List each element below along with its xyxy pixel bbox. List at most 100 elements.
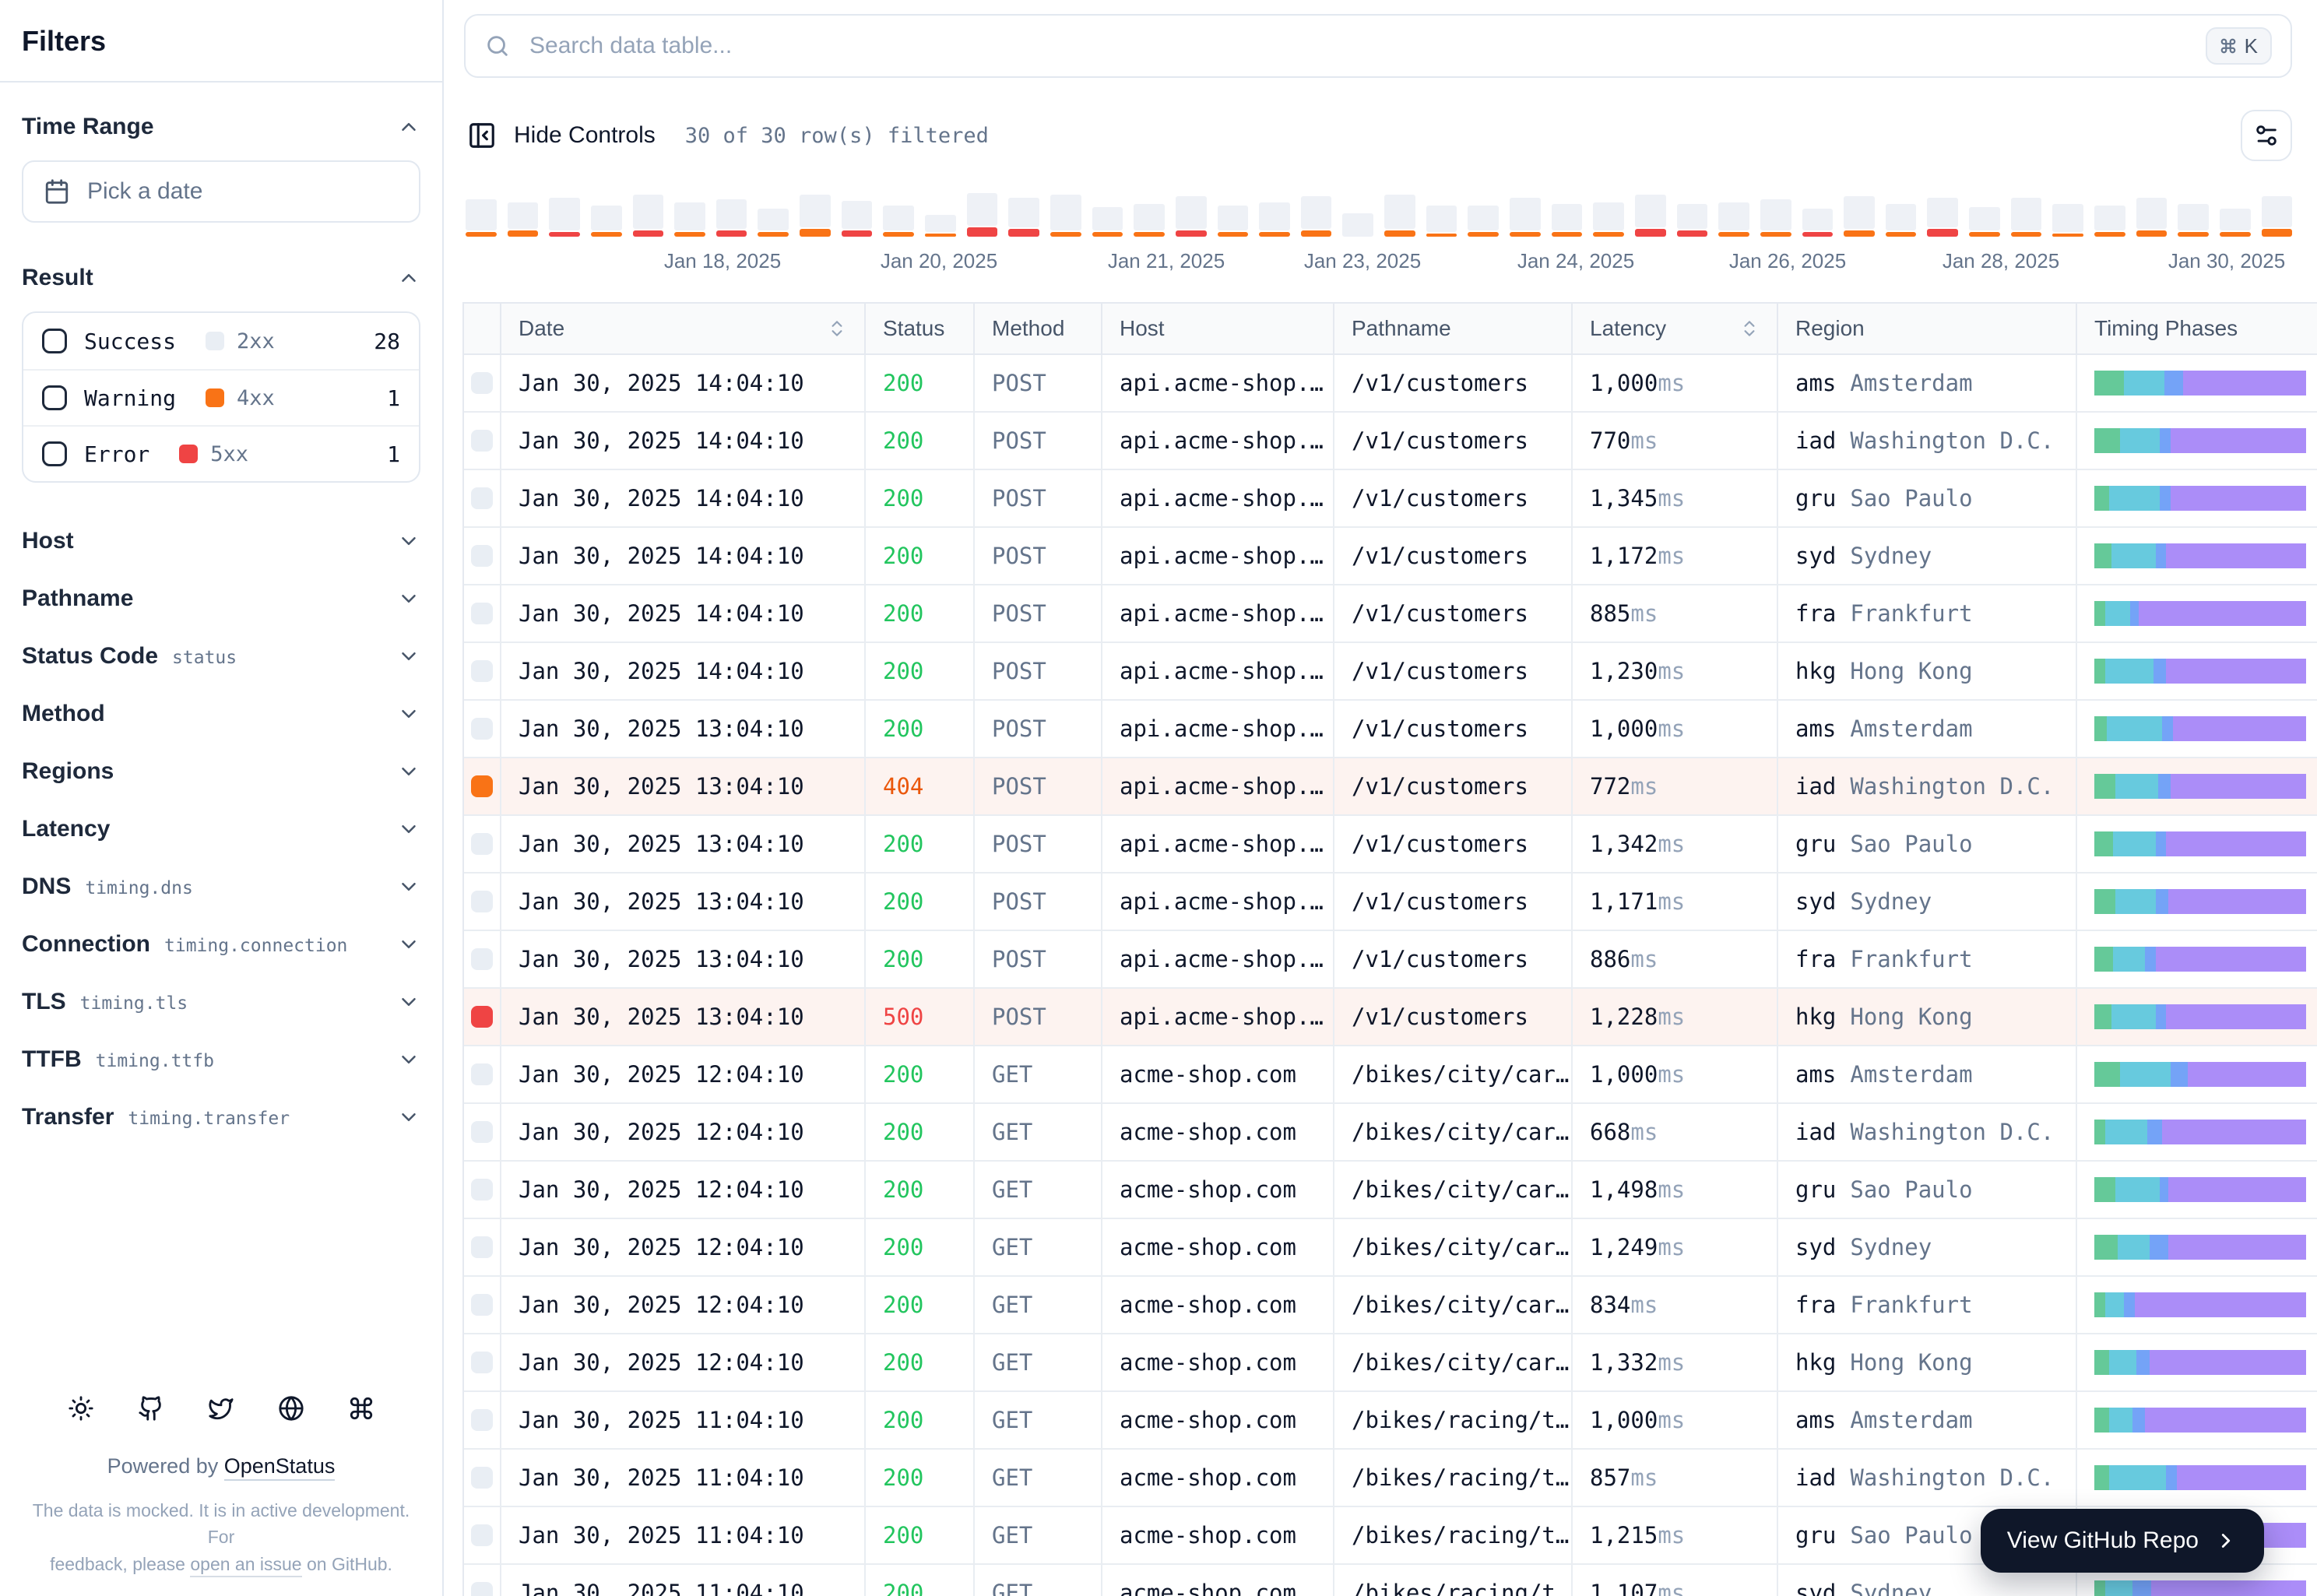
table-row[interactable]: Jan 30, 2025 13:04:10 200 POST api.acme-…	[464, 874, 2317, 931]
table-row[interactable]: Jan 30, 2025 11:04:10 200 GET acme-shop.…	[464, 1450, 2317, 1507]
histogram-bar[interactable]	[2094, 206, 2125, 237]
table-row[interactable]: Jan 30, 2025 12:04:10 200 GET acme-shop.…	[464, 1104, 2317, 1162]
checkbox[interactable]	[42, 441, 67, 466]
histogram-bar[interactable]	[1676, 204, 1708, 237]
twitter-icon[interactable]	[208, 1395, 234, 1422]
histogram-bar[interactable]	[1426, 206, 1457, 237]
table-row[interactable]: Jan 30, 2025 14:04:10 200 POST api.acme-…	[464, 528, 2317, 585]
histogram-bar[interactable]	[674, 202, 705, 237]
openstatus-link[interactable]: OpenStatus	[223, 1454, 336, 1481]
table-row[interactable]: Jan 30, 2025 12:04:10 200 GET acme-shop.…	[464, 1277, 2317, 1334]
view-github-repo-button[interactable]: View GitHub Repo	[1980, 1509, 2264, 1573]
table-row[interactable]: Jan 30, 2025 12:04:10 200 GET acme-shop.…	[464, 1046, 2317, 1104]
histogram-bar[interactable]	[925, 215, 956, 237]
sort-latency-button[interactable]	[1739, 318, 1760, 339]
histogram-bar[interactable]	[2178, 204, 2209, 237]
histogram-bar[interactable]	[1844, 196, 1875, 237]
table-row[interactable]: Jan 30, 2025 11:04:10 200 GET acme-shop.…	[464, 1392, 2317, 1450]
sidebar-filter-section-ttfb[interactable]: TTFB timing.ttfb	[22, 1031, 420, 1088]
header-date[interactable]: Date	[501, 304, 866, 353]
histogram-bar[interactable]	[1760, 199, 1791, 237]
result-option[interactable]: Success 2xx 28	[23, 313, 419, 369]
histogram-bar[interactable]	[507, 202, 539, 237]
header-timing-phases[interactable]: Timing Phases	[2077, 304, 2317, 353]
sidebar-filter-section-pathname[interactable]: Pathname	[22, 570, 420, 628]
sidebar-filter-section-transfer[interactable]: Transfer timing.transfer	[22, 1088, 420, 1146]
table-row[interactable]: Jan 30, 2025 14:04:10 200 POST api.acme-…	[464, 585, 2317, 643]
view-options-button[interactable]	[2241, 110, 2292, 161]
sidebar-filter-section-regions[interactable]: Regions	[22, 743, 420, 800]
table-row[interactable]: Jan 30, 2025 13:04:10 200 POST api.acme-…	[464, 701, 2317, 758]
open-issue-link[interactable]: open an issue	[190, 1553, 302, 1577]
histogram-bar[interactable]	[1551, 204, 1583, 237]
checkbox[interactable]	[42, 385, 67, 410]
command-icon[interactable]	[348, 1395, 374, 1422]
histogram-bar[interactable]	[715, 199, 747, 237]
histogram-bar[interactable]	[966, 193, 998, 237]
header-host[interactable]: Host	[1102, 304, 1334, 353]
histogram-bar[interactable]	[549, 198, 580, 237]
table-row[interactable]: Jan 30, 2025 12:04:10 200 GET acme-shop.…	[464, 1219, 2317, 1277]
sidebar-filter-section-connection[interactable]: Connection timing.connection	[22, 916, 420, 973]
histogram-bar[interactable]	[2052, 204, 2083, 237]
github-icon[interactable]	[138, 1395, 164, 1422]
header-status[interactable]: Status	[866, 304, 975, 353]
table-row[interactable]: Jan 30, 2025 13:04:10 200 POST api.acme-…	[464, 931, 2317, 989]
histogram-bar[interactable]	[800, 195, 831, 237]
histogram-bar[interactable]	[1008, 198, 1039, 237]
table-row[interactable]: Jan 30, 2025 13:04:10 500 POST api.acme-…	[464, 989, 2317, 1046]
histogram-bar[interactable]	[1468, 206, 1500, 237]
table-row[interactable]: Jan 30, 2025 12:04:10 200 GET acme-shop.…	[464, 1162, 2317, 1219]
result-option[interactable]: Warning 4xx 1	[23, 369, 419, 425]
sidebar-filter-section-host[interactable]: Host	[22, 512, 420, 570]
result-option[interactable]: Error 5xx 1	[23, 425, 419, 481]
histogram-bar[interactable]	[1510, 198, 1541, 237]
histogram-bar[interactable]	[1134, 204, 1165, 237]
table-row[interactable]: Jan 30, 2025 14:04:10 200 POST api.acme-…	[464, 413, 2317, 470]
header-pathname[interactable]: Pathname	[1334, 304, 1573, 353]
histogram-bar[interactable]	[841, 201, 873, 237]
histogram-bar[interactable]	[1802, 209, 1834, 237]
histogram-bar[interactable]	[2136, 198, 2168, 237]
header-latency[interactable]: Latency	[1573, 304, 1778, 353]
table-row[interactable]: Jan 30, 2025 13:04:10 200 POST api.acme-…	[464, 816, 2317, 874]
histogram-bar[interactable]	[2261, 196, 2293, 237]
theme-toggle-icon[interactable]	[68, 1395, 94, 1422]
histogram-bar[interactable]	[1175, 196, 1207, 237]
histogram-bar[interactable]	[883, 206, 915, 237]
section-time-range[interactable]: Time Range	[22, 114, 420, 140]
histogram-bar[interactable]	[1885, 204, 1917, 237]
table-row[interactable]: Jan 30, 2025 14:04:10 200 POST api.acme-…	[464, 470, 2317, 528]
histogram-bar[interactable]	[590, 206, 622, 237]
histogram-bar[interactable]	[632, 195, 664, 237]
histogram-bar[interactable]	[1342, 213, 1374, 237]
search-input[interactable]	[526, 31, 2190, 61]
histogram-bar[interactable]	[1969, 207, 2000, 237]
sidebar-filter-section-latency[interactable]: Latency	[22, 800, 420, 858]
checkbox[interactable]	[42, 329, 67, 353]
histogram-bar[interactable]	[1300, 196, 1332, 237]
histogram-bar[interactable]	[1927, 198, 1959, 237]
table-row[interactable]: Jan 30, 2025 14:04:10 200 POST api.acme-…	[464, 355, 2317, 413]
header-region[interactable]: Region	[1778, 304, 2077, 353]
table-row[interactable]: Jan 30, 2025 13:04:10 404 POST api.acme-…	[464, 758, 2317, 816]
histogram-bar[interactable]	[1050, 195, 1081, 237]
histogram-bar[interactable]	[466, 199, 497, 237]
hide-controls-button[interactable]: Hide Controls	[467, 121, 656, 150]
sidebar-filter-section-method[interactable]: Method	[22, 685, 420, 743]
section-result[interactable]: Result	[22, 265, 420, 291]
sort-date-button[interactable]	[827, 318, 847, 339]
sidebar-filter-section-tls[interactable]: TLS timing.tls	[22, 973, 420, 1031]
histogram-bar[interactable]	[1384, 195, 1415, 237]
sidebar-filter-section-dns[interactable]: DNS timing.dns	[22, 858, 420, 916]
header-method[interactable]: Method	[975, 304, 1102, 353]
globe-icon[interactable]	[278, 1395, 304, 1422]
histogram-bar[interactable]	[1718, 202, 1749, 237]
table-row[interactable]: Jan 30, 2025 12:04:10 200 GET acme-shop.…	[464, 1334, 2317, 1392]
histogram-bar[interactable]	[1217, 206, 1249, 237]
histogram-bar[interactable]	[1259, 202, 1290, 237]
search-box[interactable]: K	[464, 14, 2292, 78]
histogram-bar[interactable]	[1593, 202, 1624, 237]
histogram-bar[interactable]	[1634, 195, 1666, 237]
sidebar-filter-section-status-code[interactable]: Status Code status	[22, 628, 420, 685]
